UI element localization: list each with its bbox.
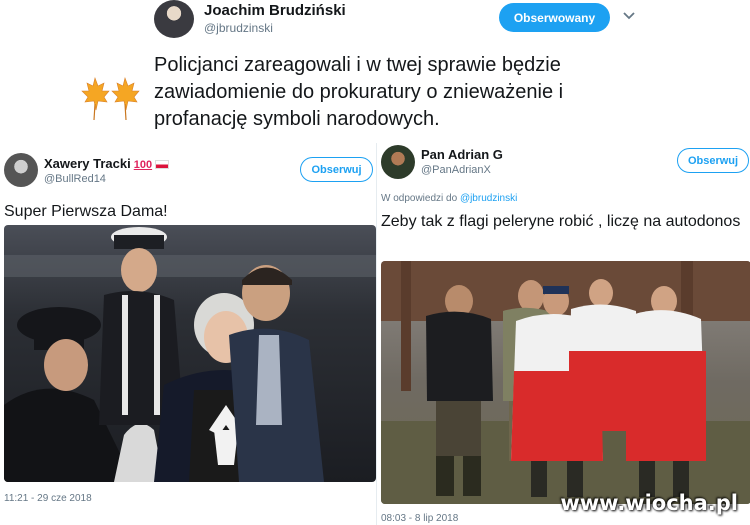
tweet-date[interactable]: 11:21 - 29 cze 2018 [4,493,92,504]
author-handle[interactable]: @BullRed14 [44,173,106,185]
author-name[interactable]: Joachim Brudziński [204,2,346,19]
follow-button[interactable]: Obserwuj [300,157,373,182]
polish-flag-icon [155,160,170,170]
left-tweet-card: Xawery Tracki 100 @BullRed14 Obserwuj Sup… [0,143,376,525]
author-handle[interactable]: @jbrudzinski [204,21,273,35]
right-tweet-card: Pan Adrian G @PanAdrianX Obserwuj W odpo… [376,143,750,525]
tweet-text: Super Pierwsza Dama! [4,203,168,220]
avatar[interactable] [381,145,415,179]
tweet-date[interactable]: 08:03 - 8 lip 2018 [381,513,458,524]
following-button[interactable]: Obserwowany [499,3,610,32]
reply-prefix: W odpowiedzi do [381,193,458,204]
tweet-photo[interactable] [4,225,376,482]
reply-to-link[interactable]: @jbrudzinski [460,193,517,204]
watermark: www.wiocha.pl [560,491,738,515]
author-name[interactable]: Pan Adrian G [421,147,503,162]
author-name-text: Xawery Tracki [44,156,131,171]
avatar[interactable] [154,0,194,38]
author-name[interactable]: Xawery Tracki 100 [44,156,170,171]
maple-leaf-icon [78,74,144,122]
avatar[interactable] [4,153,38,187]
hundred-emoji-icon: 100 [133,159,153,171]
tweet-text: Zeby tak z flagi peleryne robić , liczę … [381,213,741,230]
reply-context: W odpowiedzi do @jbrudzinski [381,193,517,204]
top-tweet: Joachim Brudziński @jbrudzinski Obserwow… [0,0,750,143]
chevron-down-icon[interactable] [622,8,638,24]
tweet-text: Policjanci zareagowali i w twej sprawie … [154,54,564,130]
author-handle[interactable]: @PanAdrianX [421,164,491,176]
follow-button[interactable]: Obserwuj [677,148,749,173]
tweet-photo[interactable] [381,261,750,504]
